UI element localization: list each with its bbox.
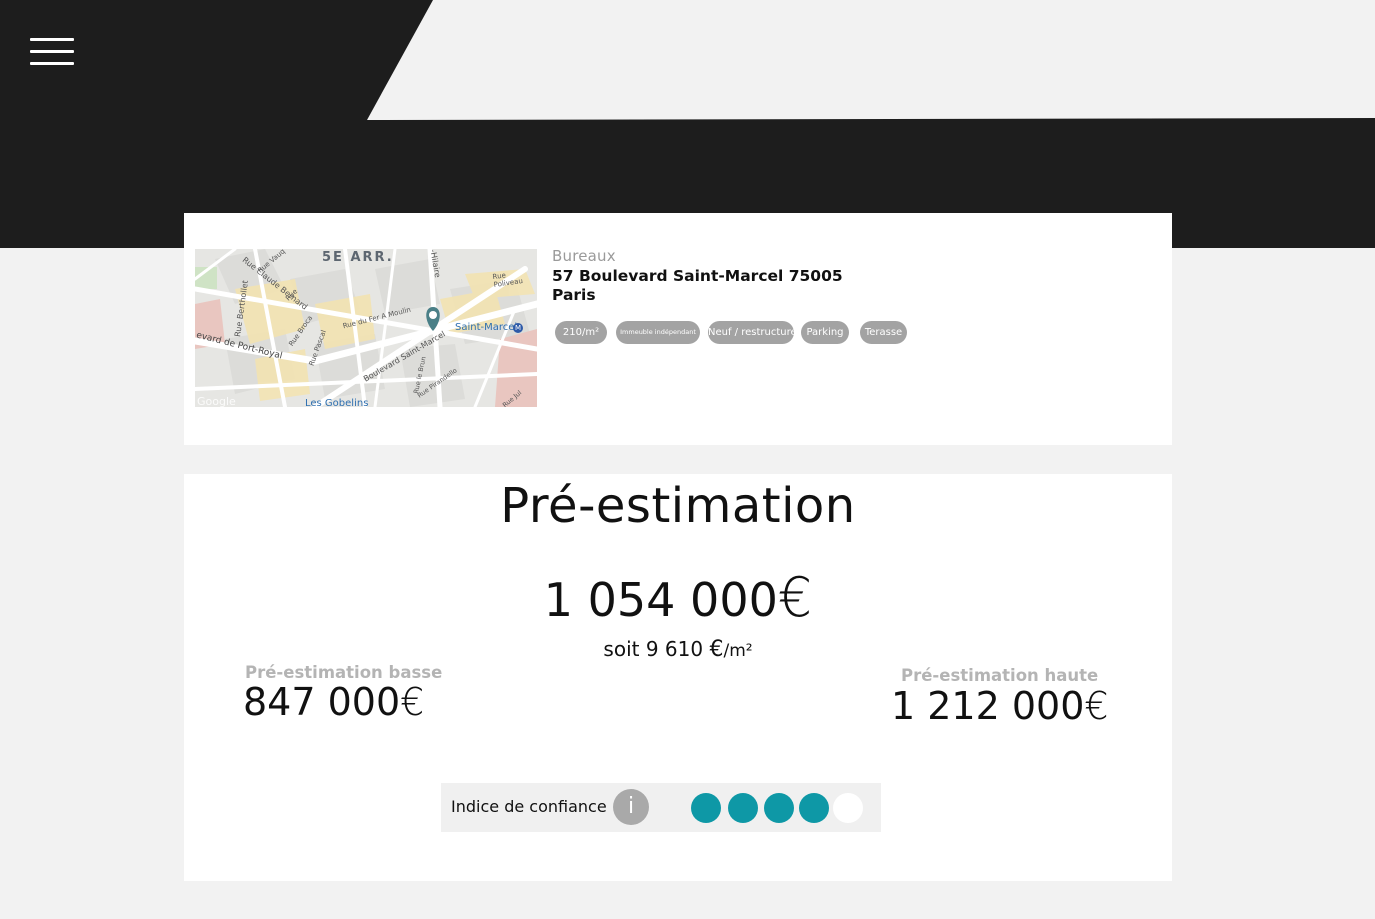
- header-band: [0, 0, 1375, 248]
- tag-surface: 210/m²: [555, 321, 607, 344]
- high-estimate-value: 1 212 000: [891, 684, 1085, 728]
- low-estimate-value: 847 000: [243, 680, 401, 724]
- confidence-dot-filled: [728, 793, 758, 823]
- main-estimate: 1 054 000€: [184, 566, 1172, 629]
- header-diagonal-panel: [367, 0, 1375, 120]
- tag-condition: Neuf / restructuré: [708, 321, 797, 344]
- currency-symbol: €: [1084, 684, 1109, 728]
- tag-building: Immeuble indépendant: [616, 321, 700, 344]
- address-line-1: 57 Boulevard Saint-Marcel 75005: [552, 267, 843, 285]
- main-estimate-value: 1 054 000: [543, 573, 778, 627]
- estimate-card: Pré-estimation 1 054 000€ soit 9 610 €/m…: [184, 474, 1172, 881]
- confidence-dot-filled: [764, 793, 794, 823]
- currency-symbol: €: [709, 637, 724, 662]
- confidence-dot-filled: [799, 793, 829, 823]
- info-icon[interactable]: i: [613, 789, 649, 825]
- tag-parking: Parking: [801, 321, 849, 344]
- confidence-dot-empty: [833, 793, 863, 823]
- property-card: 5E ARR. Rue Claude Bernard Rue du Fer A …: [184, 213, 1172, 445]
- property-address: 57 Boulevard Saint-Marcel 75005 Paris: [552, 267, 912, 305]
- tag-terrace: Terasse: [860, 321, 907, 344]
- confidence-dot-filled: [691, 793, 721, 823]
- per-sqm-unit: /m²: [723, 641, 753, 661]
- hamburger-menu-icon[interactable]: [30, 36, 76, 68]
- currency-symbol: €: [777, 566, 813, 629]
- property-type: Bureaux: [552, 247, 616, 265]
- confidence-label: Indice de confiance: [451, 797, 607, 816]
- high-estimate-label: Pré-estimation haute: [901, 666, 1099, 685]
- high-estimate: 1 212 000€: [891, 684, 1109, 728]
- currency-symbol: €: [400, 680, 425, 724]
- location-map[interactable]: [195, 249, 537, 407]
- per-sqm-value: 9 610: [645, 637, 704, 661]
- address-line-2: Paris: [552, 286, 596, 304]
- price-per-sqm: soit 9 610 €/m²: [184, 637, 1172, 662]
- estimate-title: Pré-estimation: [500, 478, 856, 534]
- low-estimate: 847 000€: [243, 680, 424, 724]
- confidence-index: Indice de confiance i: [441, 783, 881, 832]
- per-sqm-prefix: soit: [603, 637, 640, 661]
